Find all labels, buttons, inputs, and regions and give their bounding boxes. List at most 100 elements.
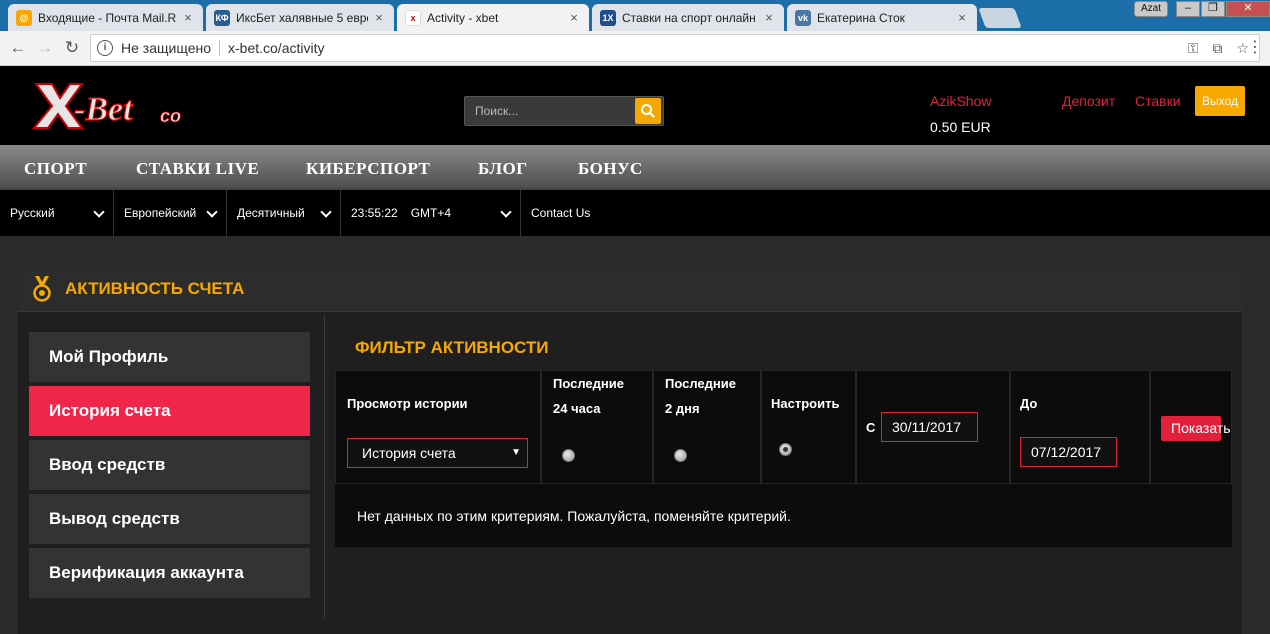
- reload-icon[interactable]: ↻: [62, 39, 82, 57]
- decimal-select[interactable]: Десятичный: [227, 190, 341, 236]
- forward-icon[interactable]: →: [35, 39, 55, 57]
- nav-sport[interactable]: СПОРТ: [24, 159, 87, 179]
- nav-bonus[interactable]: БОНУС: [578, 159, 643, 179]
- sidebar-item-withdraw[interactable]: Вывод средств: [29, 494, 310, 544]
- tab-label: Activity - xbet: [427, 10, 499, 25]
- info-icon[interactable]: i: [97, 40, 113, 56]
- sidebar-item-deposit[interactable]: Ввод средств: [29, 440, 310, 490]
- deposit-link[interactable]: Депозит: [1062, 93, 1115, 109]
- last-2d-label-2: 2 дня: [665, 401, 700, 416]
- restore-button[interactable]: ❐: [1201, 1, 1225, 17]
- close-icon[interactable]: ×: [762, 10, 776, 25]
- to-label: До: [1020, 396, 1038, 411]
- filter-title: ФИЛЬТР АКТИВНОСТИ: [355, 338, 549, 357]
- main-nav: СПОРТ СТАВКИ LIVE КИБЕРСПОРТ БЛОГ БОНУС: [0, 145, 1270, 190]
- close-icon[interactable]: ×: [181, 10, 195, 25]
- search-icon: [641, 104, 655, 118]
- browser-toolbar: ← → ↻ i Не защищено x-bet.co/activity ⚿ …: [0, 31, 1270, 66]
- contact-label: Contact Us: [531, 206, 591, 220]
- odds-format-select[interactable]: Европейский: [114, 190, 227, 236]
- translate-icon[interactable]: ⧉: [1212, 40, 1222, 57]
- separator: [219, 40, 220, 56]
- logout-button[interactable]: Выход: [1195, 86, 1245, 116]
- close-icon[interactable]: ×: [567, 10, 581, 25]
- tab-label: Входящие - Почта Mail.R: [38, 10, 177, 25]
- show-button[interactable]: Показать: [1161, 416, 1231, 441]
- to-date-input[interactable]: 07/12/2017: [1020, 437, 1117, 467]
- odds-format-value: Европейский: [124, 206, 197, 220]
- from-label: С: [866, 420, 876, 435]
- vk-icon: vk: [795, 9, 811, 26]
- nav-blog[interactable]: БЛОГ: [478, 159, 528, 179]
- sidebar-item-profile[interactable]: Мой Профиль: [29, 332, 310, 382]
- mail-icon: @: [16, 9, 32, 26]
- last-2d-radio[interactable]: [674, 449, 687, 462]
- view-history-cell: Просмотр истории История счета ▼: [335, 370, 541, 484]
- last-24h-label-2: 24 часа: [553, 401, 601, 416]
- minimize-button[interactable]: ‒: [1176, 1, 1200, 17]
- page-title: АКТИВНОСТЬ СЧЕТА: [65, 279, 245, 298]
- url-text[interactable]: x-bet.co/activity: [228, 40, 324, 56]
- search-button[interactable]: [635, 98, 661, 124]
- chevron-down-icon: [93, 206, 105, 218]
- account-balance: 0.50 EUR: [930, 119, 991, 135]
- chevron-down-icon: [320, 206, 332, 218]
- close-icon[interactable]: ×: [372, 10, 386, 25]
- tab-label: Екатерина Сток: [817, 10, 905, 25]
- language-select[interactable]: Русский: [0, 190, 114, 236]
- to-date-cell: До 07/12/2017: [1010, 370, 1150, 484]
- last-24h-cell: Последние 24 часа: [541, 370, 653, 484]
- sidebar-divider: [324, 315, 325, 619]
- xbet-favicon: x: [405, 9, 421, 26]
- from-date-input[interactable]: 30/11/2017: [881, 412, 978, 442]
- new-tab-button[interactable]: [978, 8, 1022, 28]
- sidebar-item-verification[interactable]: Верификация аккаунта: [29, 548, 310, 598]
- panel-header: АКТИВНОСТЬ СЧЕТА: [18, 266, 1242, 312]
- chevron-down-icon: [500, 206, 512, 218]
- browser-tab-vk[interactable]: vk Екатерина Сток ×: [787, 4, 977, 31]
- decimal-value: Десятичный: [237, 206, 305, 220]
- menu-kebab-icon[interactable]: ⋮: [1245, 39, 1265, 57]
- browser-tab-ixbet[interactable]: КФ ИксБет халявные 5 евро ×: [206, 4, 394, 31]
- browser-tabstrip: @ Входящие - Почта Mail.R × КФ ИксБет ха…: [0, 0, 1270, 31]
- sidebar-item-history[interactable]: История счета: [29, 386, 310, 436]
- last-24h-label-1: Последние: [553, 376, 624, 391]
- timezone-select[interactable]: 23:55:22 GMT+4: [341, 190, 521, 236]
- custom-cell: Настроить: [761, 370, 856, 484]
- nav-live-bets[interactable]: СТАВКИ LIVE: [136, 159, 259, 179]
- window-close-button[interactable]: ✕: [1226, 1, 1270, 17]
- language-value: Русский: [10, 206, 55, 220]
- last-2d-cell: Последние 2 дня: [653, 370, 761, 484]
- username-link[interactable]: AzikShow: [930, 93, 991, 109]
- close-icon[interactable]: ×: [955, 10, 969, 25]
- history-type-select[interactable]: История счета ▼: [347, 438, 528, 468]
- custom-radio[interactable]: [779, 443, 792, 456]
- contact-us-link[interactable]: Contact Us: [521, 190, 641, 236]
- xbet-logo[interactable]: -Bet co: [30, 78, 200, 134]
- search-field: [464, 96, 664, 126]
- svg-text:-Bet: -Bet: [74, 91, 134, 128]
- address-bar[interactable]: i Не защищено x-bet.co/activity ⚿ ⧉ ☆: [90, 34, 1260, 62]
- tab-label: ИксБет халявные 5 евро: [236, 10, 368, 25]
- browser-tab-1xbet[interactable]: 1X Ставки на спорт онлайн ×: [592, 4, 784, 31]
- medal-icon: [33, 276, 51, 302]
- vk-share-icon: КФ: [214, 9, 230, 26]
- filter-table: Просмотр истории История счета ▼ Последн…: [335, 370, 1232, 547]
- back-icon[interactable]: ←: [8, 39, 28, 57]
- bets-link[interactable]: Ставки: [1135, 93, 1181, 109]
- browser-tab-activity[interactable]: x Activity - xbet ×: [397, 4, 589, 31]
- svg-text:co: co: [160, 106, 181, 126]
- settings-bar: Русский Европейский Десятичный 23:55:22 …: [0, 190, 1270, 236]
- search-input[interactable]: [465, 97, 635, 125]
- last-24h-radio[interactable]: [562, 449, 575, 462]
- nav-esports[interactable]: КИБЕРСПОРТ: [306, 159, 430, 179]
- history-select-value: История счета: [362, 445, 456, 461]
- key-icon[interactable]: ⚿: [1188, 40, 1199, 57]
- profile-badge[interactable]: Azat: [1134, 1, 1168, 17]
- chevron-down-icon: [206, 206, 218, 218]
- clock-time: 23:55:22: [351, 206, 398, 220]
- view-history-label: Просмотр истории: [347, 396, 468, 411]
- browser-tab-mail[interactable]: @ Входящие - Почта Mail.R ×: [8, 4, 203, 31]
- no-data-message: Нет данных по этим критериям. Пожалуйста…: [357, 508, 791, 524]
- last-2d-label-1: Последние: [665, 376, 736, 391]
